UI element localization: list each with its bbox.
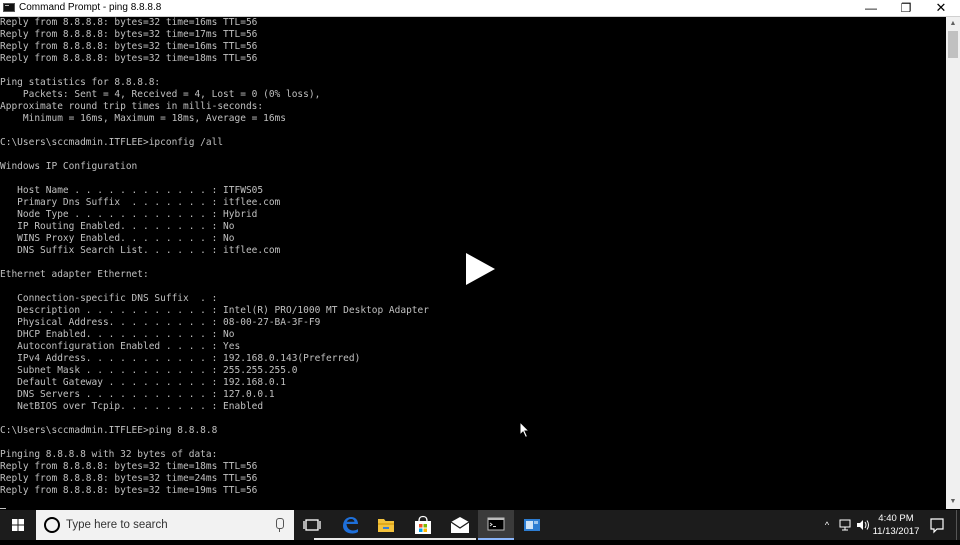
taskbar-mail[interactable] [442, 510, 478, 540]
store-icon [415, 515, 431, 534]
edge-icon [343, 517, 358, 534]
play-icon[interactable] [466, 253, 495, 285]
taskbar-app[interactable] [514, 510, 550, 540]
clock-date: 11/13/2017 [872, 526, 920, 537]
app-icon [524, 519, 540, 531]
system-clock[interactable]: 4:40 PM 11/13/2017 [868, 512, 924, 538]
minimize-button[interactable]: — [854, 0, 888, 16]
network-icon[interactable] [838, 510, 852, 540]
scroll-up-button[interactable]: ▲ [946, 17, 960, 31]
action-center-icon[interactable] [926, 510, 948, 540]
mouse-pointer-icon [519, 421, 531, 439]
scrollbar-thumb[interactable] [948, 31, 958, 58]
taskbar-search-box[interactable]: Type here to search [36, 510, 294, 540]
command-prompt-icon [487, 517, 505, 531]
mail-icon [450, 517, 470, 533]
windows-logo-icon [12, 519, 24, 531]
task-view-icon [303, 519, 321, 531]
window-title: Command Prompt - ping 8.8.8.8 [19, 2, 162, 13]
text-cursor [0, 508, 6, 509]
taskbar-edge[interactable] [332, 510, 368, 540]
task-view-button[interactable] [294, 510, 330, 540]
close-button[interactable]: ✕ [924, 0, 958, 16]
taskbar: Type here to search ^ 4:40 PM 11/13/2017 [0, 510, 960, 540]
show-desktop-button[interactable] [956, 510, 960, 540]
vertical-scrollbar[interactable]: ▲ ▼ [946, 17, 960, 509]
show-hidden-icons-button[interactable]: ^ [820, 510, 834, 540]
restore-button[interactable]: ❐ [889, 0, 923, 16]
title-bar[interactable]: Command Prompt - ping 8.8.8.8 — ❐ ✕ [0, 0, 960, 17]
file-explorer-icon [378, 519, 394, 532]
taskbar-file-explorer[interactable] [368, 510, 404, 540]
command-prompt-icon [3, 3, 15, 12]
start-button[interactable] [0, 510, 36, 540]
cortana-icon [44, 517, 60, 533]
clock-time: 4:40 PM [878, 513, 914, 524]
taskbar-command-prompt[interactable] [478, 510, 514, 540]
scroll-down-button[interactable]: ▼ [946, 495, 960, 509]
microphone-icon[interactable] [276, 518, 284, 532]
taskbar-store[interactable] [404, 510, 442, 540]
search-placeholder: Type here to search [66, 519, 168, 531]
